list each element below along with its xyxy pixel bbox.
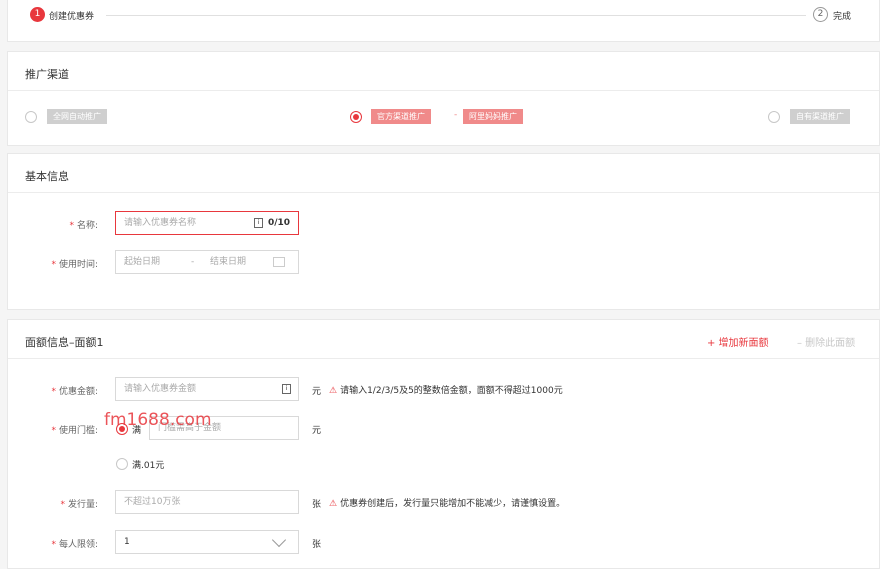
name-input-placeholder: 请输入优惠券名称 [124, 218, 197, 228]
warning-icon: ⚠ [329, 386, 338, 396]
channel-tag-official[interactable]: 官方渠道推广 [371, 109, 431, 124]
limit-label: * 每人限领: [51, 540, 98, 550]
denomination-title: 面额信息–面额1 [25, 336, 104, 349]
amount-stepper-icon[interactable]: i [282, 384, 291, 394]
name-label: * 名称: [69, 221, 98, 231]
basic-info-card: 基本信息 * 名称: 请输入优惠券名称 i 0/10 * 使用时间: 起始日期 - … [7, 153, 880, 310]
amount-input[interactable]: 请输入优惠券金额 i [115, 377, 299, 401]
step-progress-line [106, 15, 806, 16]
amount-unit: 元 [312, 387, 322, 397]
basic-info-title: 基本信息 [25, 170, 69, 183]
divider [8, 358, 879, 359]
chevron-down-icon[interactable] [271, 532, 287, 548]
issue-input-placeholder: 不超过10万张 [124, 497, 181, 507]
channel-tag-own[interactable]: 自有渠道推广 [790, 109, 850, 124]
limit-select[interactable]: 1 [115, 530, 299, 554]
name-char-counter: 0/10 [268, 218, 291, 228]
threshold-opt2-label: 满.01元 [132, 461, 165, 471]
limit-select-value: 1 [124, 537, 130, 547]
channel-radio-auto[interactable] [25, 111, 37, 123]
step1-indicator: 1 [30, 7, 45, 22]
issue-label: * 发行量: [60, 500, 98, 510]
amount-input-placeholder: 请输入优惠券金额 [124, 384, 197, 394]
text-count-icon: i [254, 218, 263, 228]
threshold-unit: 元 [312, 426, 322, 436]
channel-card: 推广渠道 全网自动推广 官方渠道推广 - 阿里妈妈推广 自有渠道推广 [7, 51, 880, 146]
date-range-dash: - [191, 257, 195, 267]
limit-unit: 张 [312, 540, 322, 550]
add-denomination-button[interactable]: + 增加新面额 [707, 334, 769, 349]
channel-radio-own[interactable] [768, 111, 780, 123]
channel-title: 推广渠道 [25, 68, 69, 81]
date-range-input[interactable]: 起始日期 - 结束日期 [115, 250, 299, 274]
threshold-label: * 使用门槛: [51, 426, 98, 436]
step2-label: 完成 [833, 12, 852, 22]
step2-indicator: 2 [813, 7, 828, 22]
channel-radio-official[interactable] [350, 111, 362, 123]
channel-tag-auto[interactable]: 全网自动推广 [47, 109, 107, 124]
issue-unit: 张 [312, 500, 322, 510]
delete-denomination-button[interactable]: – 删除此面额 [797, 334, 855, 349]
amount-warning: ⚠ 请输入1/2/3/5及5的整数倍金额，面额不得超过1000元 [329, 386, 563, 396]
end-date-placeholder[interactable]: 结束日期 [210, 251, 246, 273]
step1-label: 创建优惠券 [49, 12, 95, 22]
name-input[interactable]: 请输入优惠券名称 i 0/10 [115, 211, 299, 235]
threshold-radio-noreq[interactable] [116, 458, 128, 470]
calendar-icon[interactable] [273, 257, 285, 267]
divider [8, 192, 879, 193]
time-label: * 使用时间: [51, 260, 98, 270]
warning-icon: ⚠ [329, 499, 338, 509]
issue-warning: ⚠ 优惠券创建后，发行量只能增加不能减少，请谨慎设置。 [329, 499, 566, 509]
divider [8, 90, 879, 91]
start-date-placeholder[interactable]: 起始日期 [124, 257, 160, 267]
steps-bar: 1 创建优惠券 2 完成 [7, 0, 880, 42]
channel-separator: - [454, 110, 458, 120]
watermark: fm1688.com [104, 410, 212, 430]
issue-input[interactable]: 不超过10万张 [115, 490, 299, 514]
amount-label: * 优惠金额: [51, 387, 98, 397]
denomination-card: 面额信息–面额1 + 增加新面额 – 删除此面额 * 优惠金额: 请输入优惠券金额… [7, 319, 880, 569]
channel-tag-alimama[interactable]: 阿里妈妈推广 [463, 109, 523, 124]
